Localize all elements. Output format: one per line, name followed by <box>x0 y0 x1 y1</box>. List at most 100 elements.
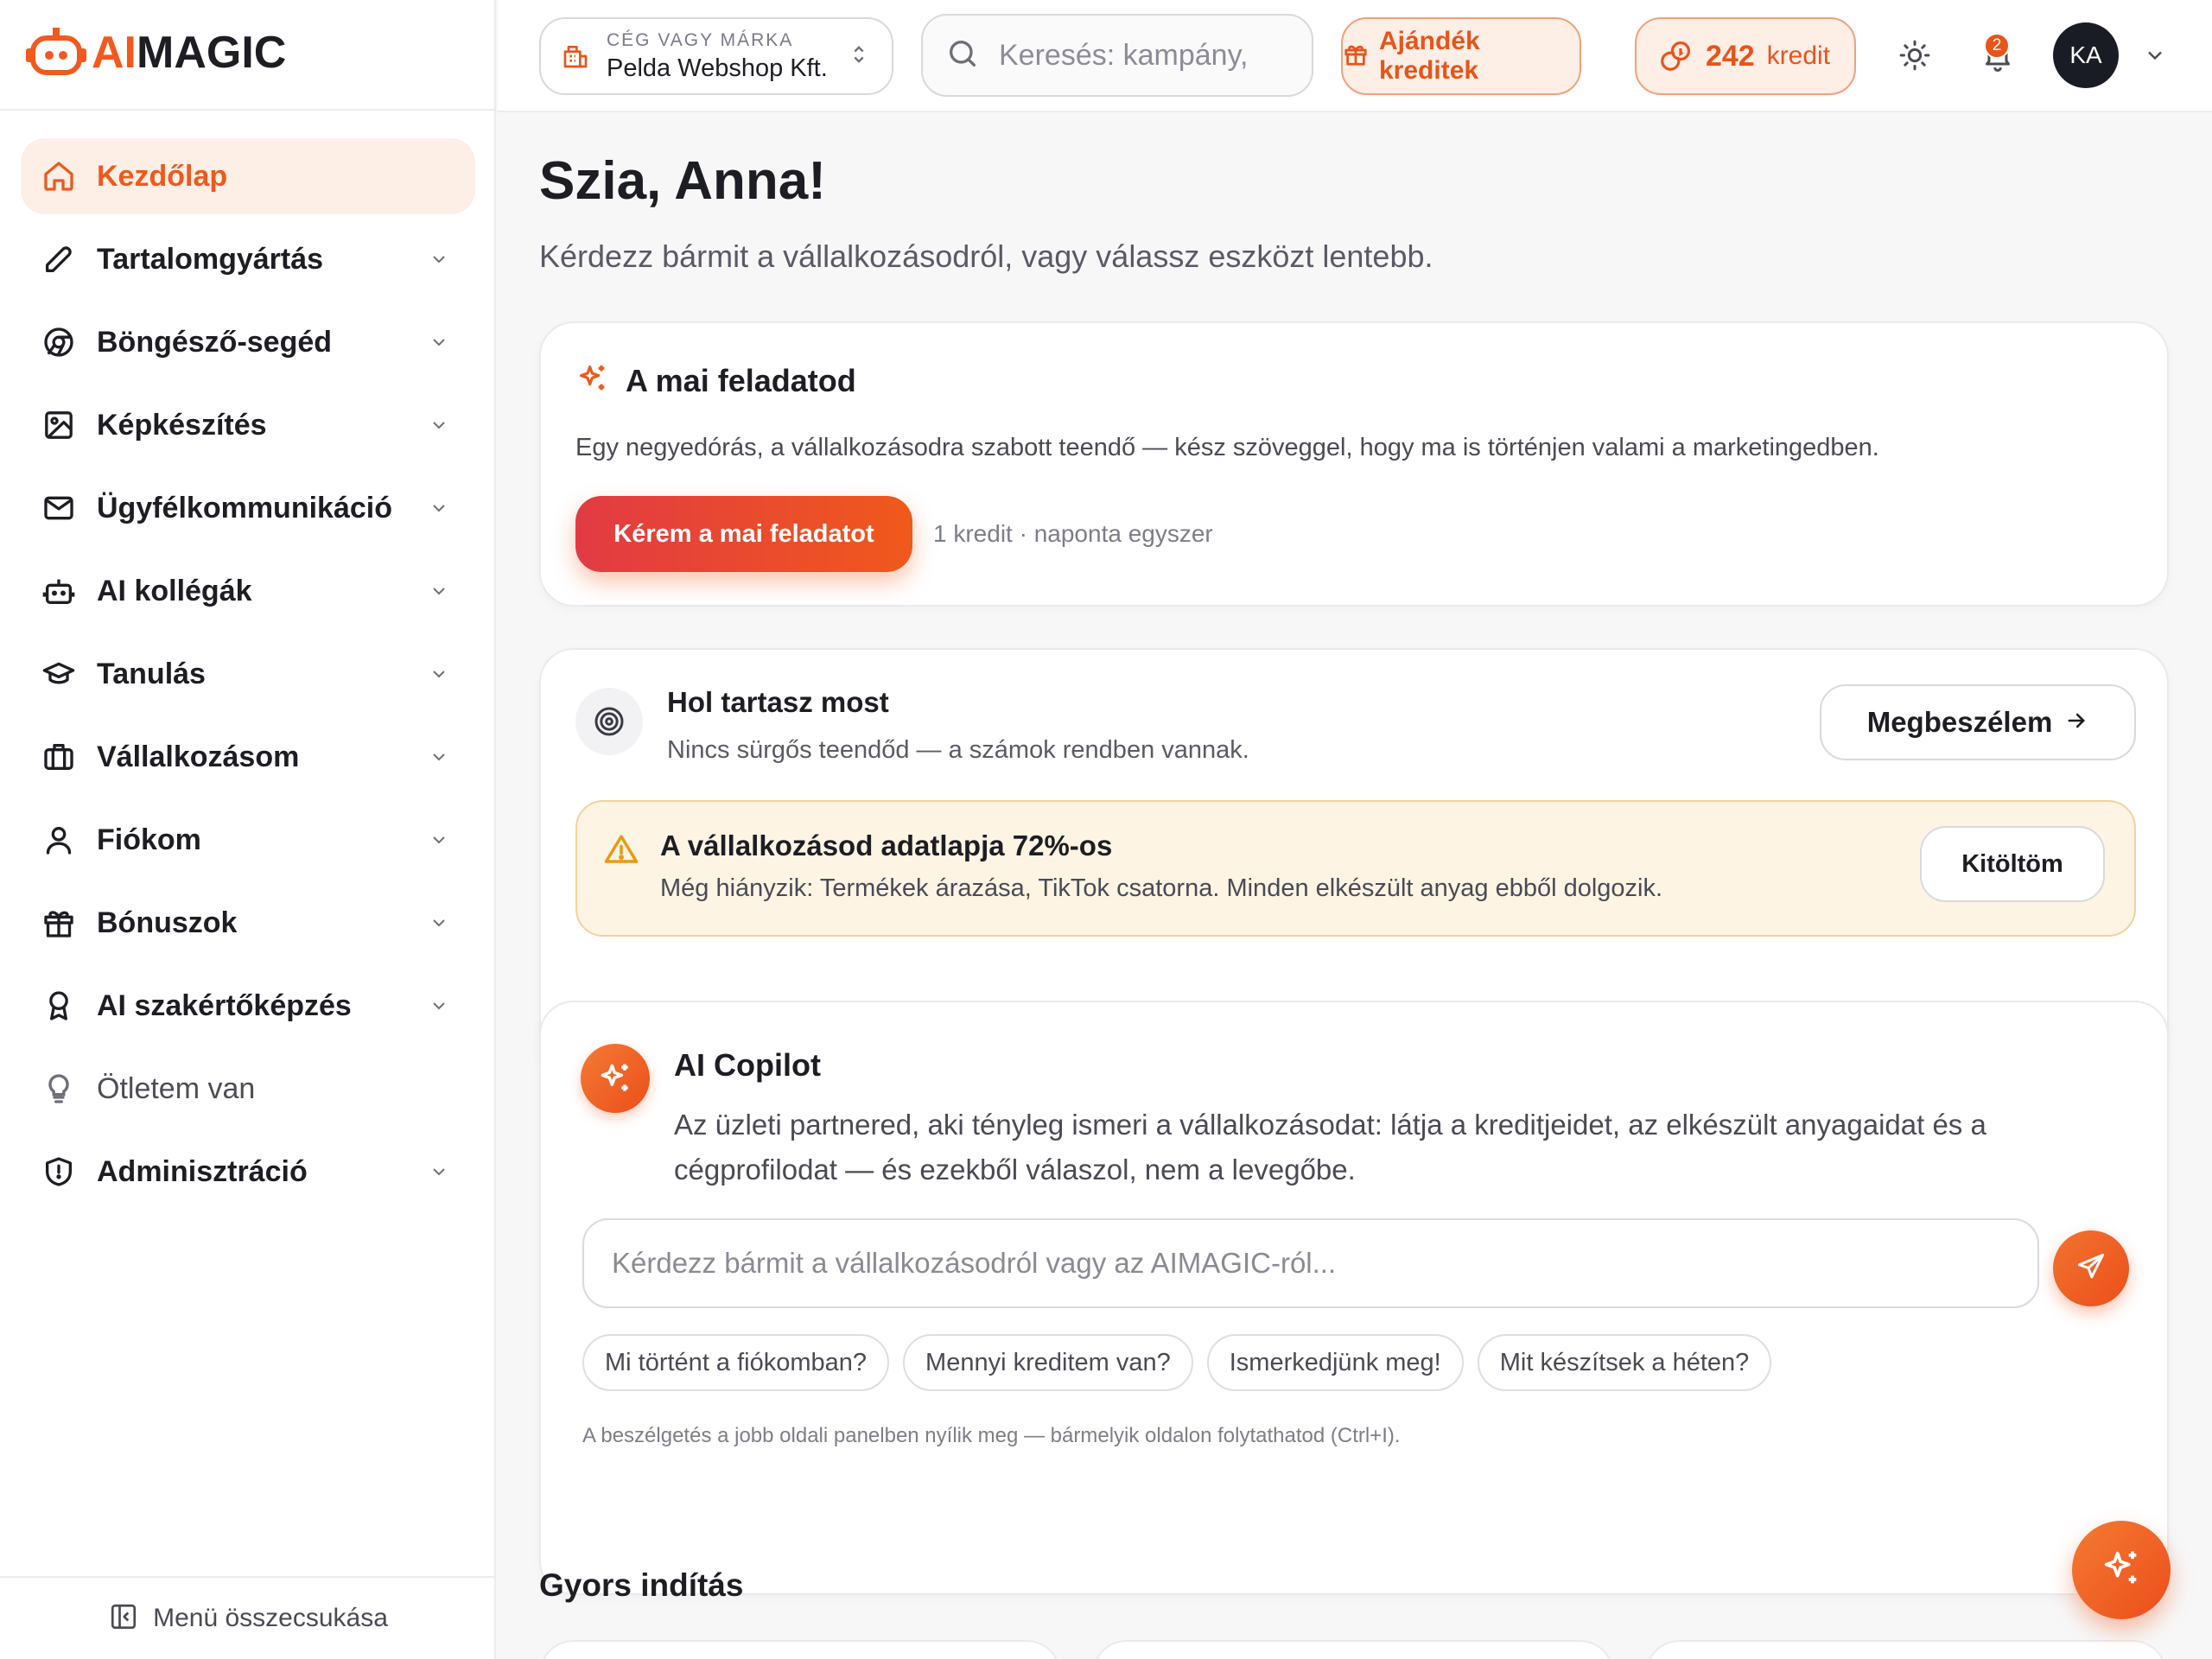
logo-magic-text: MAGIC <box>137 28 287 78</box>
arrow-right-icon <box>2064 709 2088 737</box>
chevron-down-icon <box>427 247 451 271</box>
send-icon <box>2075 1251 2107 1287</box>
credit-unit: kredit <box>1766 41 1831 70</box>
home-icon <box>40 157 78 195</box>
sidebar-item-label: Ötletem van <box>97 1071 256 1105</box>
search-input[interactable] <box>999 38 1275 73</box>
gift-icon <box>40 904 78 942</box>
search-icon <box>945 36 980 75</box>
suggestion-chip[interactable]: Ismerkedjünk meg! <box>1206 1334 1464 1391</box>
chevron-up-down-icon <box>847 42 871 71</box>
fill-profile-button[interactable]: Kitöltöm <box>1920 826 2105 902</box>
sidebar-item-vallalkozasom[interactable]: Vállalkozásom <box>21 719 475 795</box>
quick-start-card[interactable] <box>1092 1640 1614 1659</box>
collapse-menu-button[interactable]: Menü összecsukása <box>0 1576 496 1659</box>
credit-balance-button[interactable]: 242 kredit <box>1635 17 1856 95</box>
sidebar-item-label: Bónuszok <box>97 906 238 939</box>
suggestion-chips: Mi történt a fiókomban? Mennyi kreditem … <box>582 1334 1772 1391</box>
notification-count-badge: 2 <box>1984 33 2010 59</box>
sidebar-item-label: Tanulás <box>97 657 206 690</box>
page-subtitle: Kérdezz bármit a vállalkozásodról, vagy … <box>539 238 1433 274</box>
pen-icon <box>40 240 78 278</box>
warning-icon <box>603 831 639 872</box>
sidebar-item-kezdolap[interactable]: Kezdőlap <box>21 138 475 214</box>
profile-completion-title: A vállalkozásod adatlapja 72%-os <box>660 830 1113 861</box>
sidebar-item-label: Képkészítés <box>97 408 267 442</box>
sparkles-icon <box>581 1044 650 1113</box>
copilot-question-input[interactable] <box>582 1218 2039 1308</box>
send-button[interactable] <box>2053 1230 2129 1306</box>
discuss-button[interactable]: Megbeszélem <box>1820 684 2136 760</box>
sidebar: AIMAGIC Kezdőlap Tartalomgyártás Böngész… <box>0 0 496 1659</box>
sidebar-item-adminisztracio[interactable]: Adminisztráció <box>21 1134 475 1210</box>
briefcase-icon <box>40 738 78 776</box>
brand-selector-value: Pelda Webshop Kft. <box>607 54 828 82</box>
sidebar-item-label: Adminisztráció <box>97 1154 308 1188</box>
sidebar-item-label: Ügyfélkommunikáció <box>97 491 392 524</box>
quick-start-card[interactable] <box>539 1640 1061 1659</box>
logo-ai-text: AI <box>92 28 137 78</box>
image-icon <box>40 406 78 444</box>
status-subtitle: Nincs sürgős teendőd — a számok rendben … <box>667 736 1249 764</box>
suggestion-chip[interactable]: Mit készítsek a héten? <box>1477 1334 1772 1391</box>
sidebar-item-ai-kollegak[interactable]: AI kollégák <box>21 553 475 629</box>
brand-selector[interactable]: CÉG VAGY MÁRKA Pelda Webshop Kft. <box>539 17 893 95</box>
daily-task-note: 1 kredit · naponta egyszer <box>933 520 1213 547</box>
chevron-down-icon <box>427 330 451 354</box>
brand-selector-caption: CÉG VAGY MÁRKA <box>607 29 794 50</box>
chevron-down-icon <box>427 496 451 520</box>
divider <box>0 109 496 111</box>
sidebar-item-label: Kezdőlap <box>97 159 228 193</box>
lightbulb-icon <box>40 1070 78 1108</box>
sidebar-item-label: Fiókom <box>97 823 201 856</box>
sidebar-item-ai-szakertokepzes[interactable]: AI szakértőképzés <box>21 968 475 1044</box>
avatar[interactable]: KA <box>2053 22 2119 88</box>
quick-start-title: Gyors indítás <box>539 1567 744 1603</box>
gift-credits-button[interactable]: Ajándék kreditek <box>1341 17 1581 95</box>
daily-task-title: A mai feladatod <box>626 362 856 398</box>
daily-task-card: A mai feladatod Egy negyedórás, a vállal… <box>539 321 2169 607</box>
sidebar-item-kepkeszites[interactable]: Képkészítés <box>21 387 475 463</box>
sidebar-item-bongeszo-seged[interactable]: Böngésző-segéd <box>21 304 475 380</box>
chrome-icon <box>40 323 78 361</box>
discuss-button-label: Megbeszélem <box>1866 706 2053 738</box>
sidebar-item-bonuszok[interactable]: Bónuszok <box>21 885 475 961</box>
search-box <box>921 14 1313 97</box>
quick-start-card[interactable] <box>1645 1640 2167 1659</box>
coins-icon <box>1661 38 1694 75</box>
collapse-menu-label: Menü összecsukása <box>153 1604 388 1632</box>
sidebar-item-label: AI kollégák <box>97 574 252 607</box>
sidebar-item-ugyfelkommunikacio[interactable]: Ügyfélkommunikáció <box>21 470 475 546</box>
request-daily-task-button[interactable]: Kérem a mai feladatot <box>575 496 912 572</box>
sparkles-icon <box>2099 1546 2144 1595</box>
sparkles-icon <box>575 361 610 400</box>
status-title: Hol tartasz most <box>667 686 889 718</box>
suggestion-chip[interactable]: Mennyi kreditem van? <box>903 1334 1193 1391</box>
ai-copilot-card: AI Copilot Az üzleti partnered, aki tény… <box>539 1001 2169 1595</box>
chevron-down-icon <box>427 911 451 935</box>
sidebar-item-fiokom[interactable]: Fiókom <box>21 802 475 878</box>
award-icon <box>40 987 78 1025</box>
profile-completion-text: Még hiányzik: Termékek árazása, TikTok c… <box>660 874 1663 902</box>
chevron-down-icon <box>427 662 451 686</box>
sidebar-item-label: Tartalomgyártás <box>97 242 324 276</box>
gift-icon <box>1343 41 1369 72</box>
credit-amount: 242 <box>1705 39 1755 73</box>
copilot-fab-button[interactable] <box>2072 1521 2171 1619</box>
sidebar-item-tanulas[interactable]: Tanulás <box>21 636 475 712</box>
mail-icon <box>40 489 78 527</box>
copilot-footnote: A beszélgetés a jobb oldali panelben nyí… <box>582 1424 1401 1447</box>
daily-task-description: Egy negyedórás, a vállalkozásodra szabot… <box>575 434 1879 461</box>
ai-copilot-title: AI Copilot <box>674 1047 821 1083</box>
suggestion-chip[interactable]: Mi történt a fiókomban? <box>582 1334 890 1391</box>
profile-completion-alert: A vállalkozásod adatlapja 72%-os Még hiá… <box>575 800 2136 937</box>
sidebar-item-tartalomgyartas[interactable]: Tartalomgyártás <box>21 221 475 297</box>
chevron-down-icon[interactable] <box>2143 43 2167 67</box>
app-logo[interactable]: AIMAGIC <box>26 24 286 81</box>
chevron-down-icon <box>427 579 451 603</box>
building-icon <box>562 42 593 70</box>
theme-toggle-button[interactable] <box>1889 31 1941 83</box>
sidebar-item-otletem-van[interactable]: Ötletem van <box>21 1051 475 1127</box>
sun-icon <box>1897 38 1932 77</box>
sidebar-collapse-icon <box>108 1601 139 1637</box>
